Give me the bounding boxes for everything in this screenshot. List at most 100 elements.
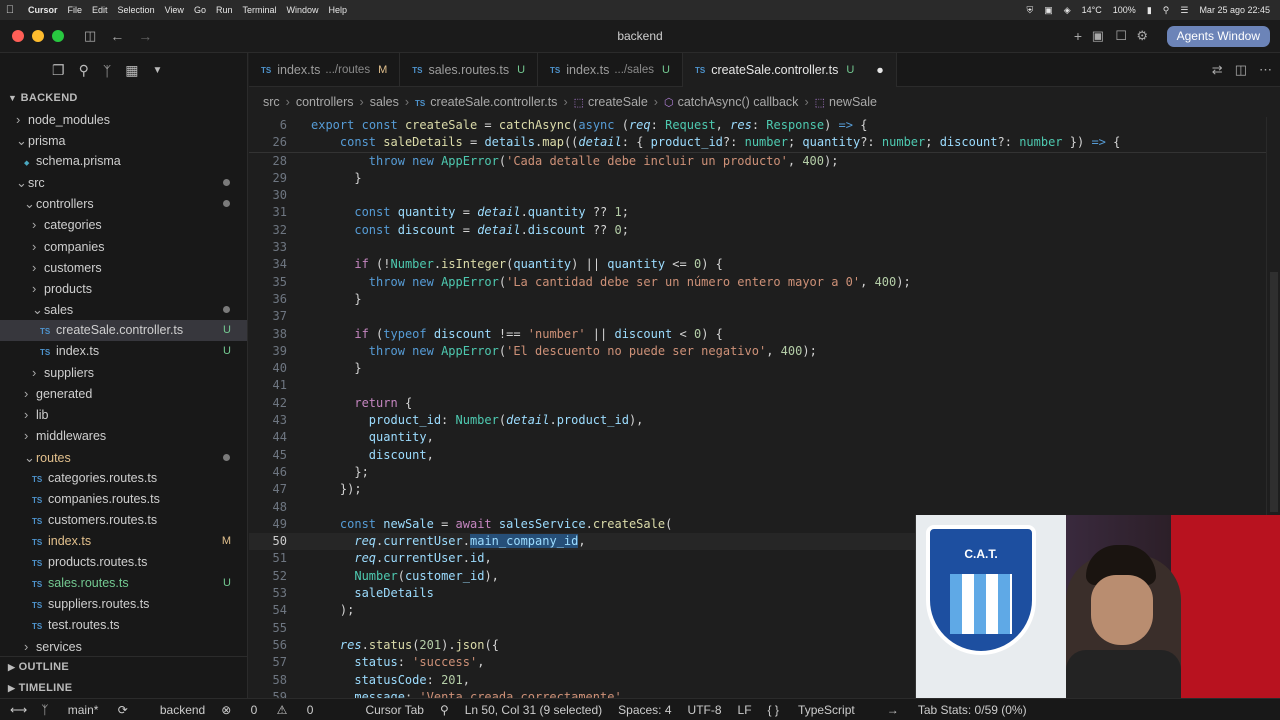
code-text[interactable]: const saleDetails = details.map((detail:… xyxy=(311,134,1120,151)
more-icon[interactable]: ⋯ xyxy=(1259,62,1272,78)
code-line[interactable]: 28 throw new AppError('Cada detalle debe… xyxy=(249,153,1280,170)
menu-help[interactable]: Help xyxy=(329,5,358,15)
code-line[interactable]: 45 discount, xyxy=(249,447,1280,464)
code-text[interactable]: throw new AppError('El descuento no pued… xyxy=(311,343,817,360)
code-text[interactable]: const newSale = await salesService.creat… xyxy=(311,516,672,533)
breadcrumb-item[interactable]: controllers xyxy=(296,95,354,109)
indentation[interactable]: Spaces: 4 xyxy=(618,703,671,717)
shield-icon[interactable]: ⛨ xyxy=(1026,5,1033,16)
breadcrumb-item[interactable]: sales xyxy=(370,95,399,109)
menu-window[interactable]: Window xyxy=(286,5,328,15)
cursor-position[interactable]: Ln 50, Col 31 (9 selected) xyxy=(465,703,602,717)
code-text[interactable]: } xyxy=(311,170,361,187)
tree-item[interactable]: TS categories.routes.ts xyxy=(0,468,247,489)
code-text[interactable]: req.currentUser.id, xyxy=(311,550,491,567)
search-icon[interactable]: ⚲ xyxy=(79,62,89,79)
tree-item[interactable]: TS createSale.controller.ts U xyxy=(0,319,247,342)
zoom-window-button[interactable] xyxy=(52,30,64,42)
screen-icon[interactable]: ▣ xyxy=(1044,5,1053,16)
code-line[interactable]: 34 if (!Number.isInteger(quantity) || qu… xyxy=(249,256,1280,273)
code-line[interactable]: 6 export const createSale = catchAsync(as… xyxy=(249,117,1280,134)
weather-temp[interactable]: 14°C xyxy=(1082,5,1102,15)
menu-edit[interactable]: Edit xyxy=(92,5,118,15)
forward-arrow-icon[interactable]: → xyxy=(138,28,152,44)
back-arrow-icon[interactable]: ← xyxy=(110,28,124,44)
control-center-icon[interactable]: ☰ xyxy=(1180,5,1188,16)
settings-icon[interactable]: ⚙ xyxy=(1136,28,1148,44)
code-line[interactable]: 31 const quantity = detail.quantity ?? 1… xyxy=(249,204,1280,221)
breadcrumb-item[interactable]: newSale xyxy=(829,95,877,109)
code-text[interactable]: ); xyxy=(311,602,354,619)
code-line[interactable]: 46 }; xyxy=(249,464,1280,481)
code-text[interactable]: }); xyxy=(311,481,362,498)
end-of-line[interactable]: LF xyxy=(738,703,752,717)
menu-go[interactable]: Go xyxy=(194,5,216,15)
code-text[interactable]: product_id: Number(detail.product_id), xyxy=(311,412,644,429)
compare-icon[interactable]: ⇄ xyxy=(1212,62,1223,78)
code-text[interactable]: quantity, xyxy=(311,429,434,446)
minimize-window-button[interactable] xyxy=(32,30,44,42)
code-line[interactable]: 47 }); xyxy=(249,481,1280,498)
chat-icon[interactable]: ☐ xyxy=(1115,28,1127,44)
editor-tab[interactable]: TS createSale.controller.ts U ● xyxy=(682,53,897,87)
code-text[interactable]: if (typeof discount !== 'number' || disc… xyxy=(311,326,723,343)
tree-item[interactable]: › suppliers xyxy=(0,362,247,383)
code-line[interactable]: 33 xyxy=(249,239,1280,256)
code-text[interactable]: req.currentUser.main_company_id, xyxy=(311,533,586,550)
code-text[interactable]: }; xyxy=(311,464,368,481)
tree-item[interactable]: › customers xyxy=(0,257,247,278)
branch-status[interactable]: ᛉ main* ⟳ xyxy=(41,703,144,717)
code-text[interactable]: res.status(201).json({ xyxy=(311,637,499,654)
code-text[interactable]: return { xyxy=(311,395,412,412)
battery-icon[interactable]: ▮ xyxy=(1147,5,1152,16)
code-text[interactable]: throw new AppError('La cantidad debe ser… xyxy=(311,274,911,291)
code-line[interactable]: 38 if (typeof discount !== 'number' || d… xyxy=(249,326,1280,343)
code-line[interactable]: 39 throw new AppError('El descuento no p… xyxy=(249,343,1280,360)
code-line[interactable]: 30 xyxy=(249,187,1280,204)
code-line[interactable]: 26 const saleDetails = details.map((deta… xyxy=(249,134,1280,151)
explorer-root[interactable]: ▼ BACKEND xyxy=(0,88,247,109)
chevron-down-icon[interactable]: ▼ xyxy=(152,65,162,76)
agents-window-button[interactable]: Agents Window xyxy=(1166,26,1270,47)
code-text[interactable]: const discount = detail.discount ?? 0; xyxy=(311,222,629,239)
code-line[interactable]: 44 quantity, xyxy=(249,429,1280,446)
code-text[interactable]: saleDetails xyxy=(311,585,433,602)
encoding[interactable]: UTF-8 xyxy=(688,703,722,717)
code-line[interactable]: 43 product_id: Number(detail.product_id)… xyxy=(249,412,1280,429)
tree-item[interactable]: › services xyxy=(0,636,247,657)
code-line[interactable]: 35 throw new AppError('La cantidad debe … xyxy=(249,274,1280,291)
code-line[interactable]: 40 } xyxy=(249,360,1280,377)
tree-item[interactable]: ⌄src xyxy=(0,172,247,193)
menu-selection[interactable]: Selection xyxy=(118,5,165,15)
tree-item[interactable]: › lib xyxy=(0,404,247,425)
code-line[interactable]: 36 } xyxy=(249,291,1280,308)
clock[interactable]: Mar 25 ago 22:45 xyxy=(1199,5,1270,15)
breadcrumb-item[interactable]: catchAsync() callback xyxy=(678,95,799,109)
close-window-button[interactable] xyxy=(12,30,24,42)
tree-item[interactable]: › companies xyxy=(0,236,247,257)
code-line[interactable]: 48 xyxy=(249,499,1280,516)
tree-item[interactable]: TS companies.routes.ts xyxy=(0,489,247,510)
code-line[interactable]: 42 return { xyxy=(249,395,1280,412)
code-text[interactable]: throw new AppError('Cada detalle debe in… xyxy=(311,153,839,170)
code-text[interactable]: Number(customer_id), xyxy=(311,568,499,585)
split-editor-icon[interactable]: ◫ xyxy=(1235,62,1247,78)
code-text[interactable]: export const createSale = catchAsync(asy… xyxy=(311,117,867,134)
source-control-icon[interactable]: ᛉ xyxy=(103,63,111,79)
code-text[interactable]: if (!Number.isInteger(quantity) || quant… xyxy=(311,256,723,273)
editor-tab[interactable]: TS sales.routes.ts U xyxy=(400,53,539,87)
tree-item[interactable]: TS suppliers.routes.ts xyxy=(0,594,247,615)
editor-tab[interactable]: TS index.ts .../routes M xyxy=(249,53,401,87)
apple-icon[interactable]:  xyxy=(0,4,20,16)
tree-item[interactable]: TS test.routes.ts xyxy=(0,615,247,636)
code-text[interactable]: statusCode: 201, xyxy=(311,672,470,689)
code-line[interactable]: 32 const discount = detail.discount ?? 0… xyxy=(249,222,1280,239)
cursor-tab-status[interactable]: Cursor Tab xyxy=(365,703,423,717)
tree-item[interactable]: ⌄controllers xyxy=(0,193,247,214)
code-text[interactable]: } xyxy=(311,360,361,377)
code-text[interactable]: const quantity = detail.quantity ?? 1; xyxy=(311,204,629,221)
editor-tab[interactable]: TS index.ts .../sales U xyxy=(538,53,683,87)
breadcrumb-item[interactable]: createSale.controller.ts xyxy=(430,95,557,109)
code-line[interactable]: 29 } xyxy=(249,170,1280,187)
project-name[interactable]: backend xyxy=(160,703,205,717)
